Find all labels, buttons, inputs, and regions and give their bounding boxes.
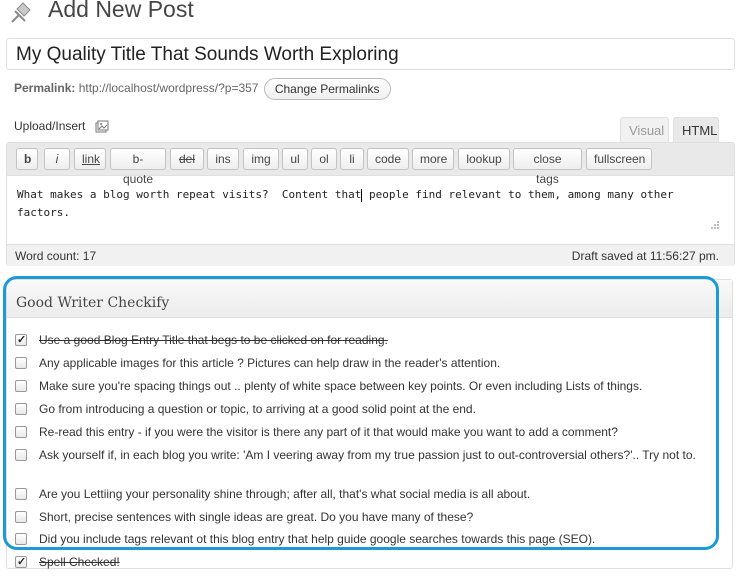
upload-insert-label: Upload/Insert: [14, 119, 86, 133]
quicktag-code-button[interactable]: code: [367, 148, 409, 170]
quicktag-ins-button[interactable]: ins: [207, 148, 239, 170]
editor-status-bar: Word count: 17 Draft saved at 11:56:27 p…: [7, 244, 734, 266]
post-title-input[interactable]: My Quality Title That Sounds Worth Explo…: [6, 38, 735, 70]
quicktag-img-button[interactable]: img: [243, 148, 279, 170]
checkbox-checked[interactable]: [15, 554, 27, 571]
post-content-textarea[interactable]: What makes a blog worth repeat visits? C…: [17, 186, 723, 222]
checklist-item[interactable]: Spell Checked!: [15, 554, 721, 571]
quicktag-lookup-button[interactable]: lookup: [458, 148, 510, 170]
resize-grip-icon[interactable]: [708, 220, 720, 230]
quicktag-link-button[interactable]: link: [74, 148, 106, 170]
word-count: Word count: 17: [15, 249, 97, 263]
tab-visual[interactable]: Visual: [620, 117, 669, 143]
quicktag-fullscreen-button[interactable]: fullscreen: [586, 148, 652, 170]
quicktag-close-tags-button[interactable]: close tags: [513, 148, 582, 186]
highlight-annotation: [3, 276, 719, 550]
add-media-icon[interactable]: [95, 120, 109, 134]
permalink-label: Permalink:: [14, 81, 76, 96]
quicktag-del-button[interactable]: del: [170, 148, 204, 170]
permalink-row: Permalink: http://localhost/wordpress/?p…: [14, 78, 391, 100]
content-before-caret: What makes a blog worth repeat visits? C…: [17, 188, 362, 201]
quicktag-li-button[interactable]: li: [340, 148, 364, 170]
quicktag-italic-button[interactable]: i: [44, 148, 70, 170]
quicktag-more-button[interactable]: more: [412, 148, 454, 170]
quicktag-bold-button[interactable]: b: [16, 148, 38, 170]
page-title: Add New Post: [48, 0, 194, 22]
quicktags-toolbar: b i link b-quote del ins img ul ol li co…: [7, 143, 734, 186]
permalink-url[interactable]: http://localhost/wordpress/?p=357: [79, 81, 259, 95]
change-permalinks-button[interactable]: Change Permalinks: [263, 78, 391, 100]
tab-html[interactable]: HTML: [673, 117, 719, 143]
quicktag-ol-button[interactable]: ol: [311, 148, 337, 170]
draft-saved-status: Draft saved at 11:56:27 pm.: [571, 249, 719, 263]
checklist-item-label: Spell Checked!: [39, 555, 120, 569]
quicktag-blockquote-button[interactable]: b-quote: [110, 148, 166, 186]
quicktag-ul-button[interactable]: ul: [282, 148, 308, 170]
pushpin-icon: [11, 2, 31, 23]
